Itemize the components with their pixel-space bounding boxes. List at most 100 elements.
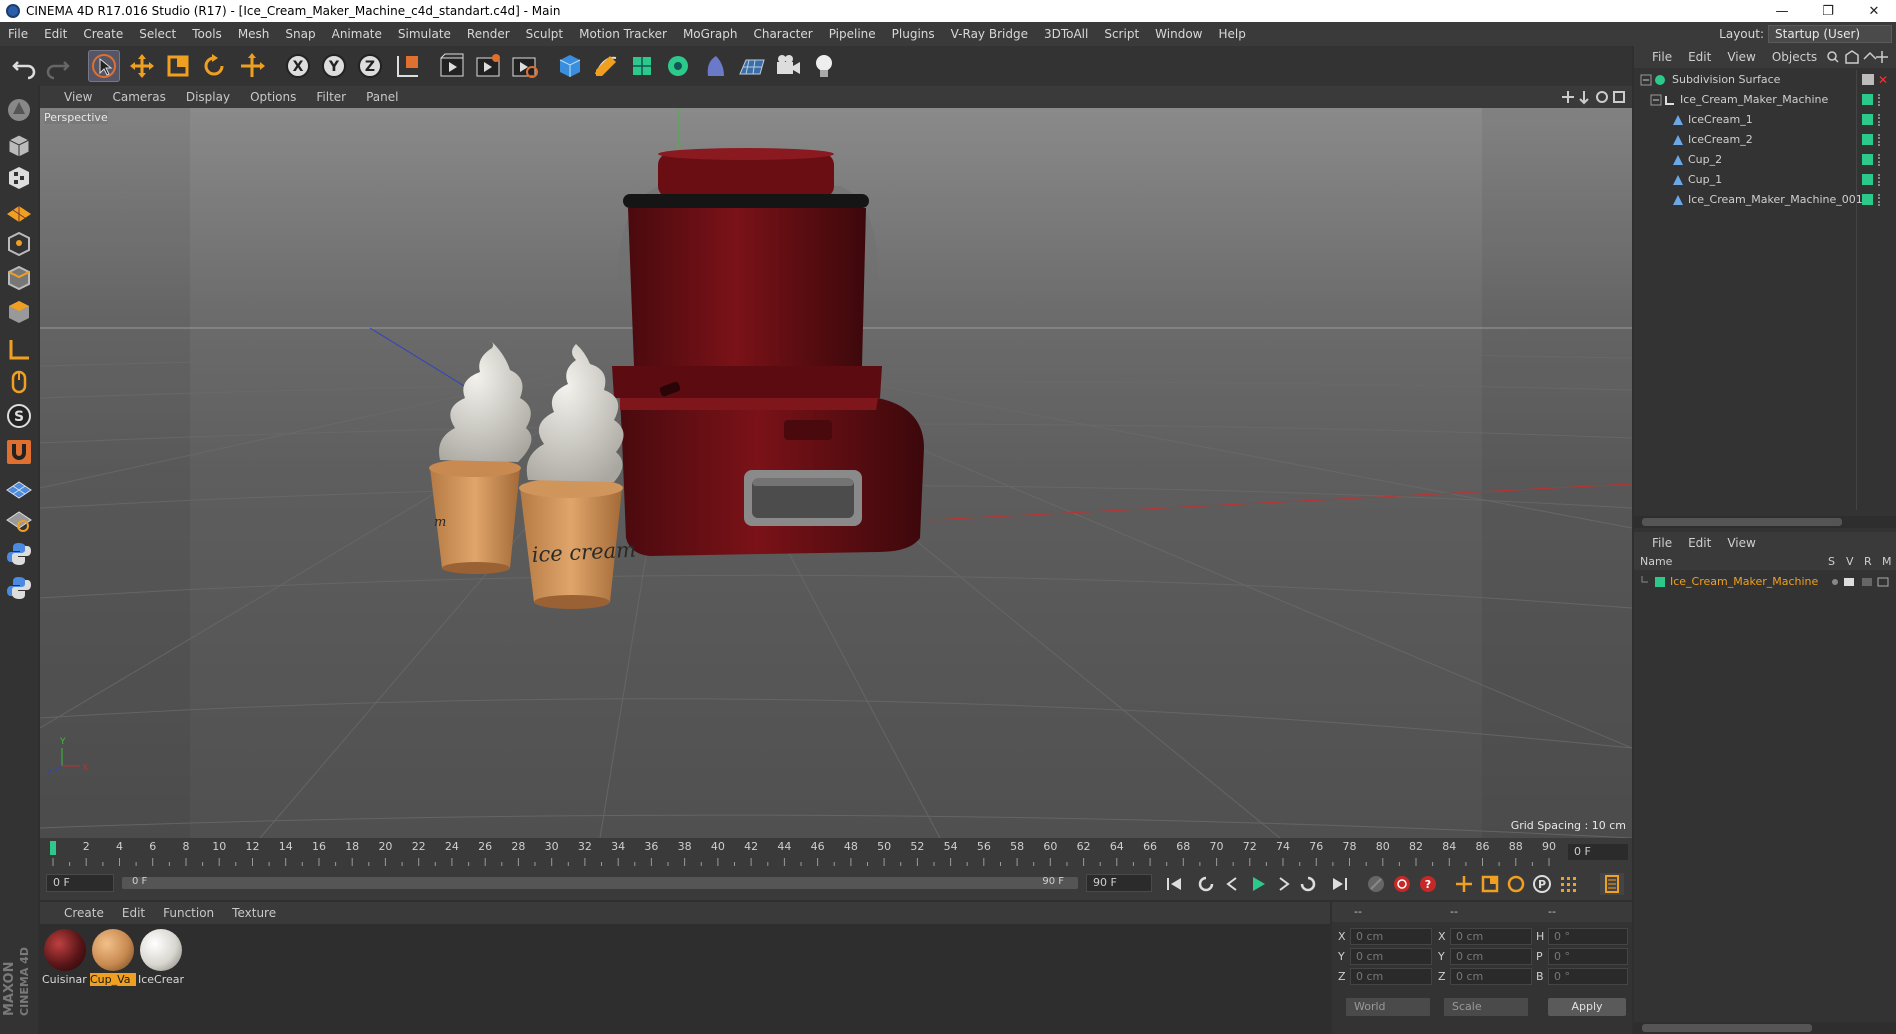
autokey-help-icon[interactable]: ? xyxy=(1416,873,1440,895)
play-icon[interactable] xyxy=(1246,873,1270,895)
playhead[interactable] xyxy=(50,841,56,855)
timeline-ruler[interactable]: 0246810121416182022242628303234363840424… xyxy=(40,838,1632,868)
viewport-perspective[interactable]: m ice cream Y X Z Perspective Grid Spaci… xyxy=(40,108,1632,838)
object-dots-icon[interactable] xyxy=(1878,114,1882,126)
axis-mode-icon[interactable] xyxy=(3,334,35,366)
menu-plugins[interactable]: Plugins xyxy=(884,22,943,46)
menu-character[interactable]: Character xyxy=(745,22,820,46)
layer-tag-icon[interactable] xyxy=(1862,194,1873,205)
rotate-icon[interactable] xyxy=(198,50,230,82)
tree-collapse-icon[interactable] xyxy=(1650,94,1662,106)
size-y-field[interactable]: 0 cm xyxy=(1450,948,1532,965)
object-dots-icon[interactable] xyxy=(1878,94,1882,106)
menu-help[interactable]: Help xyxy=(1210,22,1253,46)
render-settings-icon[interactable] xyxy=(508,50,540,82)
texture-mode-icon[interactable] xyxy=(3,162,35,194)
rotation-h-field[interactable]: 0 ° xyxy=(1548,928,1628,945)
python-icon[interactable] xyxy=(3,538,35,570)
redo-icon[interactable] xyxy=(42,50,74,82)
objects-menu-objects[interactable]: Objects xyxy=(1764,50,1825,64)
record-icon[interactable] xyxy=(1390,873,1414,895)
python-2-icon[interactable] xyxy=(3,572,35,604)
layout-select[interactable]: Startup (User) xyxy=(1768,25,1892,43)
material-menu-texture[interactable]: Texture xyxy=(223,906,285,920)
size-z-field[interactable]: 0 cm xyxy=(1450,968,1532,985)
menu-create[interactable]: Create xyxy=(75,22,131,46)
close-button[interactable]: ✕ xyxy=(1852,0,1896,22)
object-dots-icon[interactable] xyxy=(1878,154,1882,166)
layer-tag-icon[interactable] xyxy=(1862,94,1873,105)
world-coords-icon[interactable] xyxy=(392,50,424,82)
next-frame-icon[interactable] xyxy=(1272,873,1296,895)
scale-icon[interactable] xyxy=(162,50,194,82)
magnet-icon[interactable] xyxy=(3,436,35,468)
scrollbar-thumb[interactable] xyxy=(1642,518,1842,526)
scrollbar-thumb[interactable] xyxy=(1642,1024,1812,1032)
viewport-nav-icons[interactable] xyxy=(1562,89,1626,105)
move-icon[interactable] xyxy=(126,50,158,82)
render-view-icon[interactable] xyxy=(436,50,468,82)
material-menu-create[interactable]: Create xyxy=(40,906,113,920)
previous-key-icon[interactable] xyxy=(1194,873,1218,895)
objects-menu-view[interactable]: View xyxy=(1719,50,1763,64)
layer-manager-scrollbar[interactable] xyxy=(1634,1022,1896,1034)
material-icecream[interactable]: IceCrear xyxy=(138,927,184,986)
y-axis-icon[interactable]: Y xyxy=(318,50,350,82)
viewport-menu-view[interactable]: View xyxy=(40,90,102,104)
menu-edit[interactable]: Edit xyxy=(36,22,75,46)
rotation-p-field[interactable]: 0 ° xyxy=(1548,948,1628,965)
snap-settings-icon[interactable] xyxy=(3,504,35,536)
camera-icon[interactable] xyxy=(772,50,804,82)
cube-icon[interactable] xyxy=(554,50,586,82)
menu-file[interactable]: File xyxy=(0,22,36,46)
material-menu-edit[interactable]: Edit xyxy=(113,906,154,920)
polygons-mode-icon[interactable] xyxy=(3,296,35,328)
visibility-check-icon[interactable] xyxy=(1862,74,1874,85)
objects-menu-file[interactable]: File xyxy=(1644,50,1680,64)
restore-button[interactable]: ❐ xyxy=(1806,0,1850,22)
menu-mesh[interactable]: Mesh xyxy=(230,22,278,46)
timeline-window-icon[interactable] xyxy=(1600,873,1624,895)
subdivision-icon[interactable] xyxy=(626,50,658,82)
record-disabled-icon[interactable] xyxy=(1364,873,1388,895)
layers-menu-view[interactable]: View xyxy=(1719,536,1763,550)
viewport-menu-display[interactable]: Display xyxy=(176,90,240,104)
menu-script[interactable]: Script xyxy=(1096,22,1147,46)
menu-3dtoall[interactable]: 3DToAll xyxy=(1036,22,1096,46)
object-manager-scrollbar[interactable] xyxy=(1634,516,1896,528)
menu-simulate[interactable]: Simulate xyxy=(390,22,459,46)
layers-menu-file[interactable]: File xyxy=(1644,536,1680,550)
key-rotation-icon[interactable] xyxy=(1504,873,1528,895)
deformer-icon[interactable] xyxy=(700,50,732,82)
objects-menu-edit[interactable]: Edit xyxy=(1680,50,1719,64)
object-dots-icon[interactable] xyxy=(1878,194,1882,206)
transform-icon[interactable] xyxy=(236,50,268,82)
points-mode-icon[interactable] xyxy=(3,228,35,260)
coordinate-mode-dropdown[interactable]: Scale xyxy=(1444,998,1528,1016)
max-frame-field[interactable]: 90 F xyxy=(1086,874,1152,892)
cloner-icon[interactable] xyxy=(662,50,694,82)
preview-range-slider[interactable]: 0 F 90 F xyxy=(122,876,1078,889)
minimize-button[interactable]: — xyxy=(1760,0,1804,22)
material-menu-function[interactable]: Function xyxy=(154,906,223,920)
material-cuisinar[interactable]: Cuisinar xyxy=(42,927,88,986)
material-cup-va[interactable]: Cup_Va xyxy=(90,927,136,986)
tweak-mode-icon[interactable] xyxy=(3,366,35,398)
menu-pipeline[interactable]: Pipeline xyxy=(821,22,884,46)
key-parameter-icon[interactable]: P xyxy=(1530,873,1554,895)
key-position-icon[interactable] xyxy=(1452,873,1476,895)
viewport-menu-cameras[interactable]: Cameras xyxy=(102,90,175,104)
go-to-end-icon[interactable] xyxy=(1328,873,1352,895)
undo-icon[interactable] xyxy=(8,50,40,82)
key-scale-icon[interactable] xyxy=(1478,873,1502,895)
rotation-b-field[interactable]: 0 ° xyxy=(1548,968,1628,985)
edges-mode-icon[interactable] xyxy=(3,262,35,294)
size-x-field[interactable]: 0 cm xyxy=(1450,928,1532,945)
menu-vray-bridge[interactable]: V-Ray Bridge xyxy=(943,22,1036,46)
floor-icon[interactable] xyxy=(736,50,768,82)
current-frame-field[interactable]: 0 F xyxy=(46,874,114,892)
coordinate-space-dropdown[interactable]: World xyxy=(1346,998,1430,1016)
layers-menu-edit[interactable]: Edit xyxy=(1680,536,1719,550)
menu-animate[interactable]: Animate xyxy=(324,22,390,46)
pen-icon[interactable] xyxy=(590,50,622,82)
